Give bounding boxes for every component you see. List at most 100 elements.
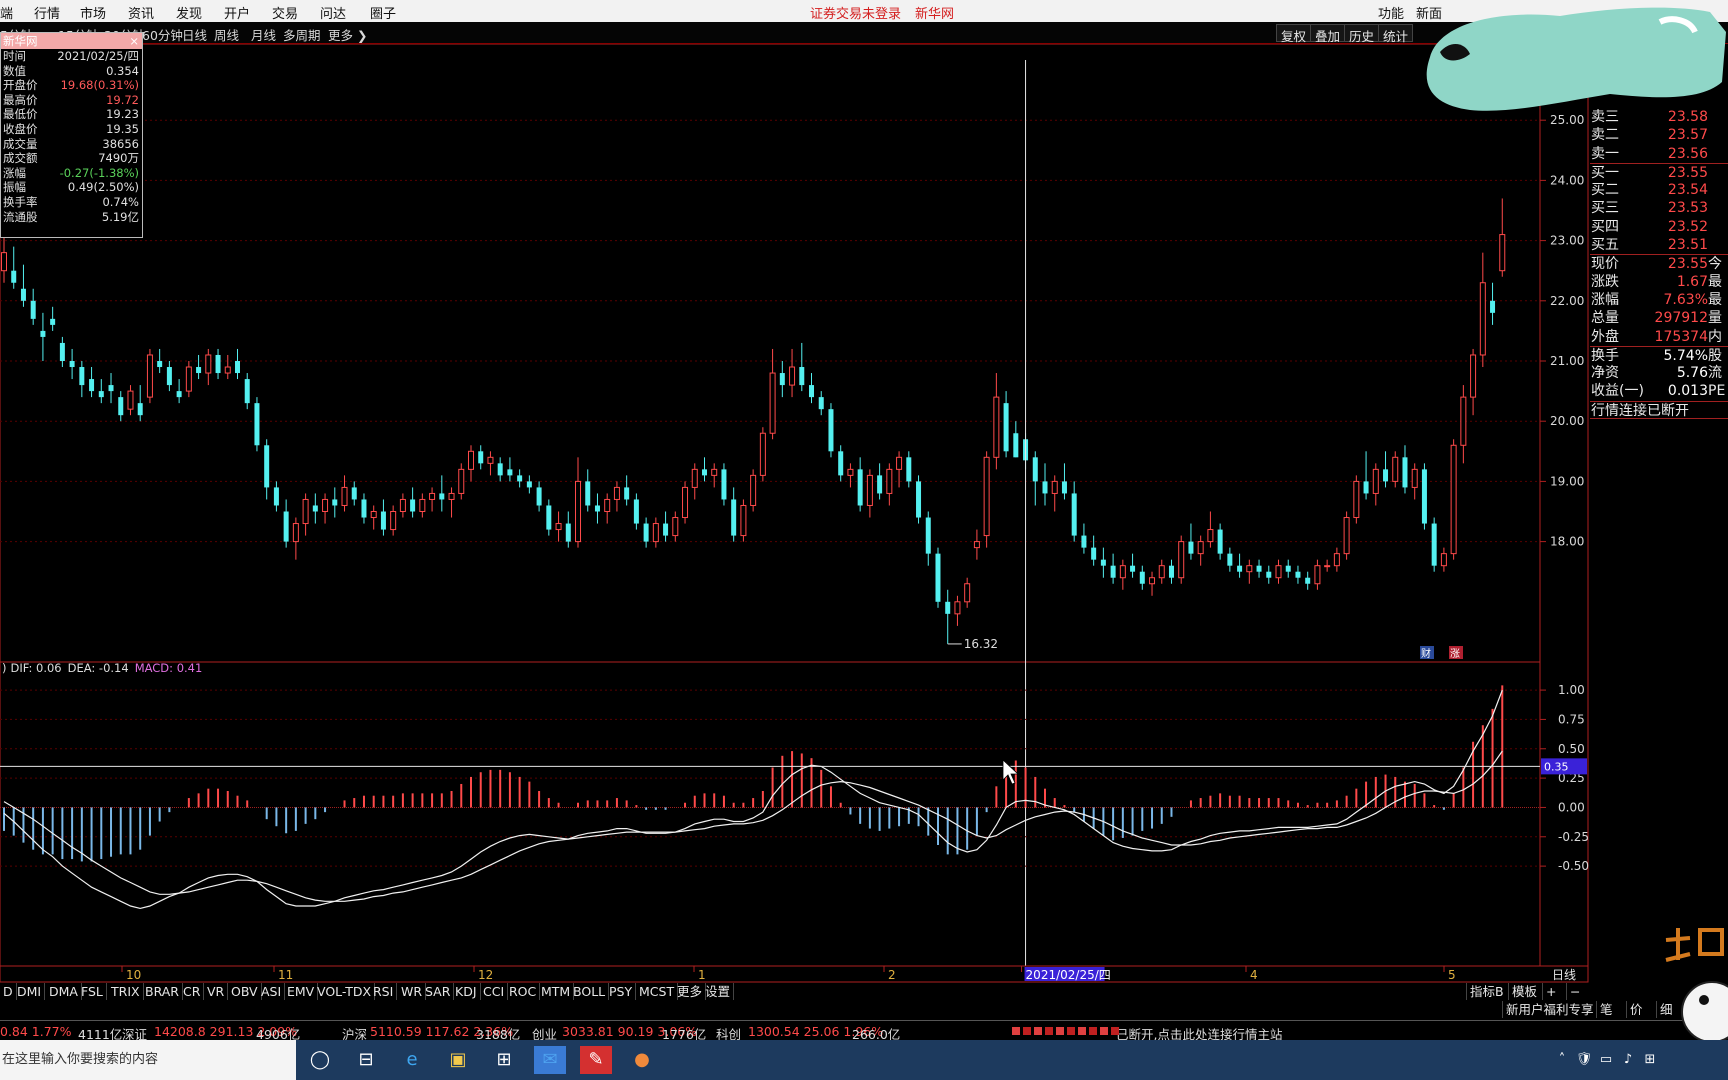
indicator-tab-cr[interactable]: CR [180, 983, 205, 1000]
period-tab-5[interactable]: 周线 [214, 25, 239, 44]
indicator-tab-rsi[interactable]: RSI [370, 983, 398, 1000]
indicator-tab-设置[interactable]: 设置 [702, 983, 735, 1000]
tray-icon-2[interactable]: ▭ [1596, 1046, 1616, 1074]
cortana-icon[interactable]: ◯ [304, 1046, 336, 1074]
status-right-2[interactable]: 价 [1626, 1001, 1646, 1018]
indicator-right-0[interactable]: 指标B [1466, 983, 1507, 1000]
candle-body [896, 456, 903, 470]
indicator-tab-vr[interactable]: VR [204, 983, 229, 1000]
menu-item-6[interactable]: 交易 [272, 3, 298, 22]
candle-body [1460, 396, 1467, 446]
menu-item-1[interactable]: 行情 [34, 3, 60, 22]
candle-body [575, 480, 582, 543]
period-tab-7[interactable]: 多周期 [283, 25, 321, 44]
indicator-tab-boll[interactable]: BOLL [570, 983, 610, 1000]
candle-body [759, 432, 766, 476]
quote-value: 23.56 [1667, 145, 1708, 162]
quote-key: 现价 [1591, 256, 1619, 273]
menu-center-1[interactable]: 新华网 [915, 7, 954, 22]
toolbar-button-2[interactable]: 历史 [1344, 24, 1380, 44]
kline-chart[interactable]: 25.0024.0023.0022.0021.0020.0019.0018.00… [0, 44, 1728, 1080]
indicator-tab-psy[interactable]: PSY [606, 983, 637, 1000]
menu-item-2[interactable]: 市场 [80, 3, 106, 22]
indicator-right-1[interactable]: 模板 [1508, 983, 1540, 1000]
candle-body [682, 486, 689, 519]
indicator-tab-cci[interactable]: CCI [480, 983, 509, 1000]
indicator-tab-sar[interactable]: SAR [422, 983, 455, 1000]
quote-value: 23.57 [1667, 127, 1708, 144]
candle-body [399, 498, 406, 512]
indicator-tab-trix[interactable]: TRIX [108, 983, 144, 1000]
event-marker-0[interactable]: 财 [1420, 646, 1434, 660]
taskbar-search-input[interactable]: 在这里输入你要搜索的内容 [0, 1040, 296, 1080]
time-period-label: 日线 [1552, 968, 1576, 982]
candle-body [1130, 565, 1136, 572]
time-label: 11 [278, 968, 293, 982]
indicator-tab-vol-tdx[interactable]: VOL-TDX [314, 983, 376, 1000]
period-tab-3[interactable]: 60分钟 [142, 25, 183, 44]
toolbar-button-1[interactable]: 叠加 [1310, 24, 1346, 44]
indicator-tab-mtm[interactable]: MTM [538, 983, 575, 1000]
tray-icon-0[interactable]: ˄ [1552, 1046, 1572, 1074]
tray-icon-3[interactable]: ♪ [1618, 1046, 1638, 1074]
menu-item-7[interactable]: 问达 [320, 3, 346, 22]
info-panel-title[interactable]: 新华网 × [1, 33, 142, 49]
indicator-tab-dma[interactable]: DMA [46, 983, 82, 1000]
toolbar-button-0[interactable]: 复权 [1276, 24, 1312, 44]
period-tab-6[interactable]: 月线 [251, 25, 276, 44]
toolbar-button-3[interactable]: 统计 [1378, 24, 1414, 44]
macd-prefix: ) [2, 661, 7, 675]
candle-body [1119, 565, 1126, 579]
menu-right-0[interactable]: 功能 [1378, 3, 1404, 22]
candle-body [983, 456, 990, 537]
menu-item-8[interactable]: 圈子 [370, 3, 396, 22]
candle-body [1207, 529, 1214, 543]
menu-item-0[interactable]: 端 [0, 3, 13, 22]
tray-icon-1[interactable]: 🛡 [1574, 1046, 1594, 1074]
status-right-0[interactable]: 新用户福利专享 [1502, 1001, 1597, 1018]
time-label: 2 [888, 968, 896, 982]
mail-icon[interactable]: ✉ [534, 1046, 566, 1074]
price-tick-label: 21.00 [1550, 354, 1584, 368]
menu-center-0[interactable]: 证券交易未登录 [810, 7, 901, 22]
indicator-tab-asi[interactable]: ASI [258, 983, 286, 1000]
candle-body [254, 403, 260, 446]
folder-icon[interactable]: ▣ [442, 1046, 474, 1074]
event-marker-1[interactable]: 涨 [1449, 646, 1463, 660]
info-row: 成交额 7490万 [1, 151, 142, 166]
close-icon[interactable]: × [129, 33, 139, 49]
connection-status[interactable]: 行情连接已断开 [1590, 400, 1728, 420]
indicator-tab-fsl[interactable]: FSL [78, 983, 107, 1000]
tray-icon-4[interactable]: ⊞ [1640, 1046, 1660, 1074]
indicator-right-2[interactable]: + [1542, 983, 1559, 1000]
indicator-tab-kdj[interactable]: KDJ [452, 983, 481, 1000]
candle-body [1411, 468, 1418, 488]
indicator-tab-obv[interactable]: OBV [228, 983, 262, 1000]
candle-body [1392, 456, 1399, 482]
edge-icon[interactable]: e [396, 1046, 428, 1074]
store-icon[interactable]: ⊞ [488, 1046, 520, 1074]
menu-item-5[interactable]: 开户 [224, 3, 250, 22]
candle-body [565, 523, 571, 542]
candle-body [1042, 481, 1048, 494]
menu-center: 证券交易未登录 新华网 [810, 3, 968, 22]
menu-item-3[interactable]: 资讯 [128, 3, 154, 22]
candle-body [1275, 565, 1282, 579]
indicator-tab-dmi[interactable]: DMI [14, 983, 46, 1000]
indicator-tab-roc[interactable]: ROC [506, 983, 541, 1000]
firefox-icon[interactable]: ● [626, 1046, 658, 1074]
quote-row: 收益(一) 0.013 PE [1590, 382, 1728, 400]
app-icon[interactable]: ✎ [580, 1046, 612, 1074]
period-tab-8[interactable]: 更多 ❯ [328, 25, 367, 44]
candle-body [964, 583, 971, 603]
indicator-right-3[interactable]: − [1566, 983, 1583, 1000]
indicator-tab-mcst[interactable]: MCST [636, 983, 679, 1000]
indicator-tab-brar[interactable]: BRAR [142, 983, 183, 1000]
candle-body [1285, 565, 1291, 572]
candle-body [439, 493, 445, 500]
period-tab-4[interactable]: 日线 [182, 25, 207, 44]
quote-row: 净资 5.76 流 [1590, 364, 1728, 382]
status-right-1[interactable]: 笔 [1596, 1001, 1616, 1018]
menu-item-4[interactable]: 发现 [176, 3, 202, 22]
task-view-icon[interactable]: ⊟ [350, 1046, 382, 1074]
